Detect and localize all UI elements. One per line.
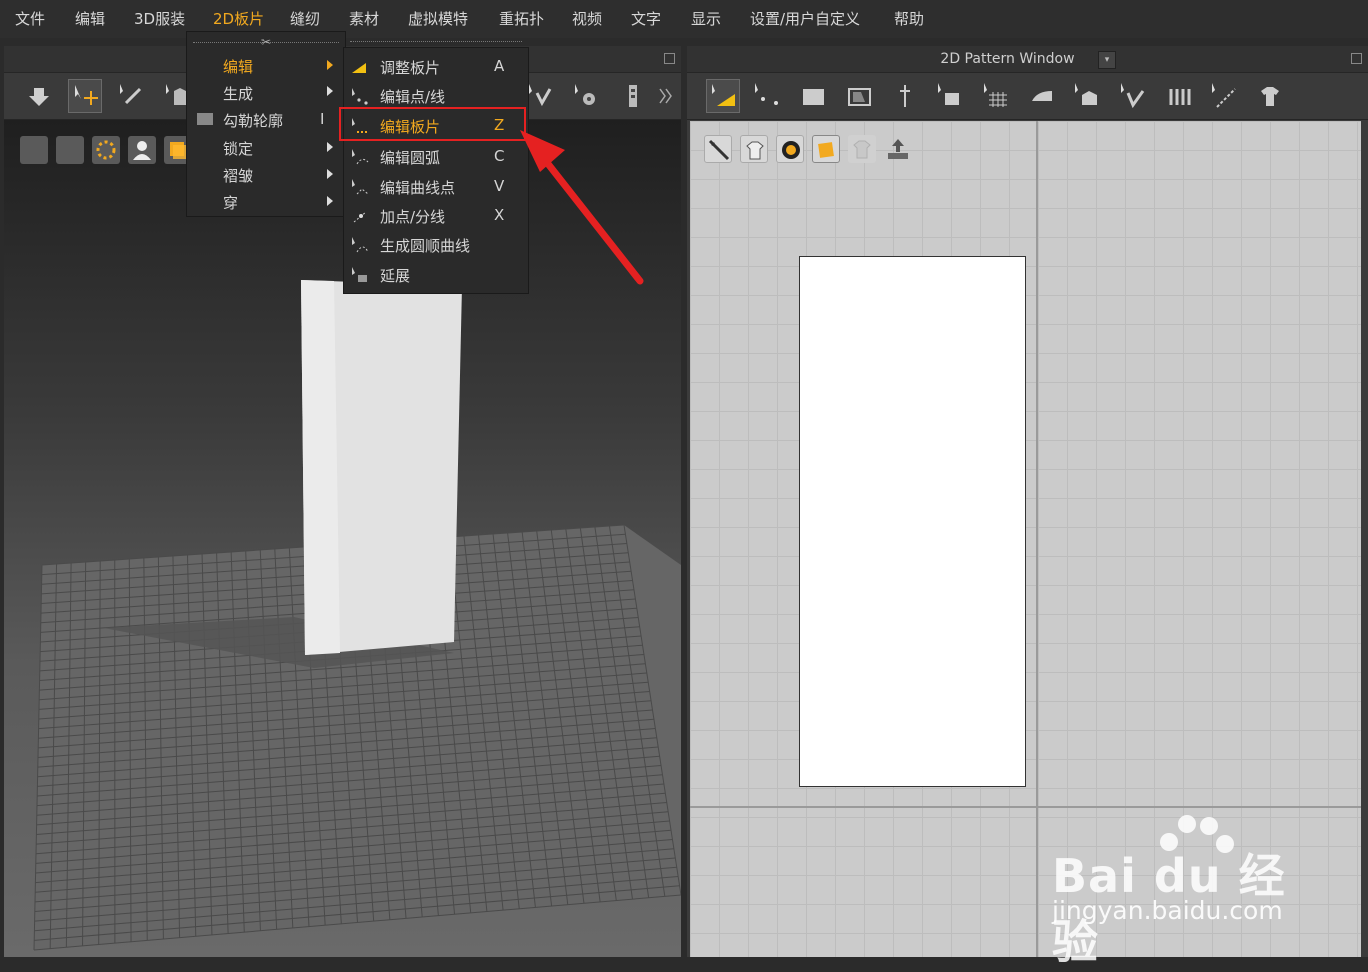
show-avatar-icon[interactable] (128, 136, 156, 164)
menu-avatar[interactable]: 虚拟模特 (408, 8, 468, 29)
submenu-shortcut: A (494, 57, 504, 75)
shortcut-i: I (320, 110, 324, 128)
edit-point-line-tool-icon[interactable] (750, 79, 784, 113)
menu-material[interactable]: 素材 (349, 8, 379, 29)
toolbar-more-icon[interactable] (654, 79, 678, 113)
2d-window-titlebar: 2D Pattern Window ▾ (687, 46, 1368, 73)
show-garment-icon[interactable] (56, 136, 84, 164)
2d-pattern-menu: ✂ 编辑 生成 勾勒轮廓 I 锁定 褶皱 穿 (186, 31, 346, 217)
internal-shape-tool-icon[interactable] (842, 79, 876, 113)
menu-display[interactable]: 显示 (691, 8, 721, 29)
zipper-tool-icon[interactable] (615, 79, 649, 113)
submenu-shortcut: C (494, 147, 504, 165)
menu-file[interactable]: 文件 (15, 8, 45, 29)
highlight-box (339, 107, 526, 141)
show-garment-2d-icon[interactable] (740, 135, 768, 163)
submenu-arrow-icon (327, 60, 333, 70)
menu-item-wear[interactable]: 穿 (223, 192, 238, 213)
menu-item-trace-outline[interactable]: 勾勒轮廓 (223, 110, 283, 131)
show-texture-2d-icon[interactable] (812, 135, 840, 163)
adjust-pattern-tool-icon[interactable] (706, 79, 740, 113)
iron-tool-icon[interactable] (1025, 79, 1059, 113)
submenu-item-add-point[interactable]: 加点/分线 X (344, 201, 528, 230)
submenu-label: 编辑点/线 (380, 86, 445, 107)
window-dropdown-icon[interactable]: ▾ (1098, 51, 1116, 69)
tshirt-tool-icon[interactable] (1253, 79, 1287, 113)
select-move-tool-icon[interactable] (68, 79, 102, 113)
menu-item-lock[interactable]: 锁定 (223, 138, 253, 159)
2d-toolbar (687, 73, 1368, 120)
submenu-label: 编辑圆弧 (380, 147, 440, 168)
submenu-item-edit-arc[interactable]: 编辑圆弧 C (344, 142, 528, 171)
submenu-item-adjust-pattern[interactable]: 调整板片 A (344, 52, 528, 81)
adjust-pattern-icon (350, 57, 370, 77)
menu-settings[interactable]: 设置/用户自定义 (750, 8, 860, 29)
pattern-piece[interactable] (799, 256, 1026, 787)
pleat-tool-icon[interactable] (1162, 79, 1196, 113)
add-point-icon (350, 206, 370, 226)
smooth-curve-icon (350, 235, 370, 255)
rectangle-tool-icon[interactable] (796, 79, 830, 113)
horizontal-axis-line (690, 806, 1361, 808)
baidu-watermark: Bai du 经验 jingyan.baidu.com (1052, 810, 1322, 930)
down-arrow-tool-icon[interactable] (22, 79, 56, 113)
menu-sewing[interactable]: 缝纫 (290, 8, 320, 29)
menu-2d-pattern[interactable]: 2D板片 (213, 8, 264, 29)
submenu-item-edit-point-line[interactable]: 编辑点/线 (344, 81, 528, 110)
float-window-icon[interactable] (1351, 53, 1362, 64)
submenu-arrow-icon (327, 142, 333, 152)
edit-arc-icon (350, 147, 370, 167)
show-points-icon[interactable] (92, 136, 120, 164)
measure-tool-icon[interactable] (1207, 79, 1241, 113)
dart-tool-icon[interactable] (888, 79, 922, 113)
submenu-shortcut: V (494, 177, 504, 195)
show-pattern-icon[interactable] (704, 135, 732, 163)
sewing-segment-tool-icon[interactable] (933, 79, 967, 113)
submenu-shortcut: X (494, 206, 504, 224)
menu-text[interactable]: 文字 (631, 8, 661, 29)
submenu-item-edit-curve-point[interactable]: 编辑曲线点 V (344, 172, 528, 201)
vertical-axis-line (1036, 121, 1038, 957)
submenu-label: 调整板片 (380, 57, 440, 78)
extend-icon (350, 265, 370, 285)
info-icon[interactable] (776, 135, 804, 163)
edit-point-line-icon (350, 86, 370, 106)
menu-help[interactable]: 帮助 (894, 8, 924, 29)
watermark-url: jingyan.baidu.com (1052, 896, 1283, 925)
submenu-tearoff-line[interactable] (350, 41, 522, 43)
submenu-label: 加点/分线 (380, 206, 445, 227)
float-window-icon[interactable] (664, 53, 675, 64)
menu-video[interactable]: 视频 (572, 8, 602, 29)
submenu-label: 编辑曲线点 (380, 177, 455, 198)
menu-item-edit[interactable]: 编辑 (223, 56, 253, 77)
edit-curve-point-icon (350, 177, 370, 197)
edit-submenu: 调整板片 A 编辑点/线 编辑板片 Z 编辑圆弧 C 编辑曲线点 V 加点/分线… (343, 47, 529, 294)
submenu-label: 延展 (380, 265, 410, 286)
menu-3d-garment[interactable]: 3D服装 (134, 8, 185, 29)
menu-edit[interactable]: 编辑 (75, 8, 105, 29)
submenu-arrow-icon (327, 196, 333, 206)
2d-window-title: 2D Pattern Window (687, 51, 1328, 67)
submenu-label: 生成圆顺曲线 (380, 235, 470, 256)
seam-tool-icon[interactable] (1116, 79, 1150, 113)
submenu-arrow-icon (327, 169, 333, 179)
grid-tool-icon[interactable] (979, 79, 1013, 113)
trace-outline-icon (197, 113, 213, 125)
button-tool-icon[interactable] (569, 79, 603, 113)
export-icon[interactable] (884, 135, 912, 163)
menu-retopology[interactable]: 重拓扑 (499, 8, 544, 29)
submenu-arrow-icon (327, 86, 333, 96)
submenu-item-smooth-curve[interactable]: 生成圆顺曲线 (344, 230, 528, 259)
edit-tool-icon[interactable] (114, 79, 148, 113)
scissor-icon: ✂ (261, 35, 271, 49)
fold-tool-icon[interactable] (1070, 79, 1104, 113)
menu-item-create[interactable]: 生成 (223, 83, 253, 104)
menu-item-fold[interactable]: 褶皱 (223, 165, 253, 186)
disabled-garment-icon (848, 135, 876, 163)
sim-cloth-icon[interactable] (20, 136, 48, 164)
submenu-item-extend[interactable]: 延展 (344, 260, 528, 289)
